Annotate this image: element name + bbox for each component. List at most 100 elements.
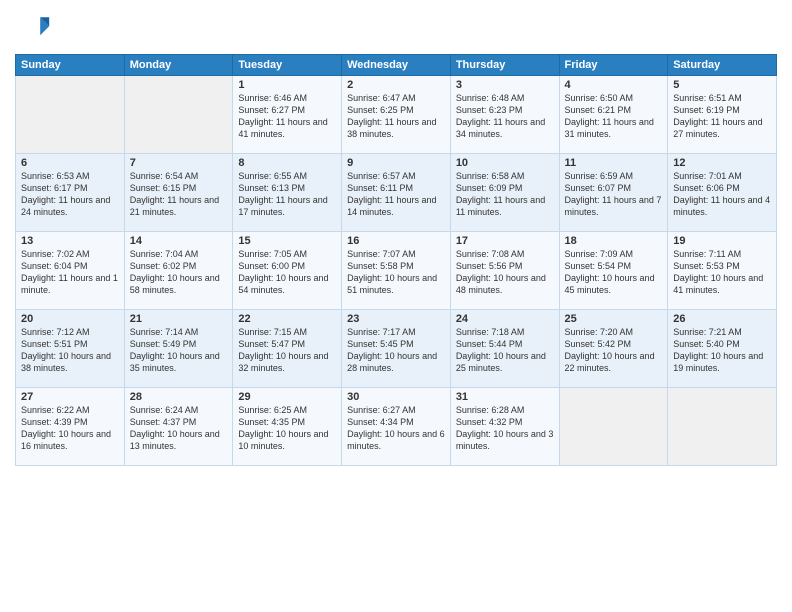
day-content: Sunrise: 7:02 AM Sunset: 6:04 PM Dayligh… bbox=[21, 248, 119, 297]
day-number: 25 bbox=[565, 313, 663, 325]
day-content: Sunrise: 6:25 AM Sunset: 4:35 PM Dayligh… bbox=[238, 404, 336, 453]
day-number: 16 bbox=[347, 235, 445, 247]
calendar-cell: 31Sunrise: 6:28 AM Sunset: 4:32 PM Dayli… bbox=[450, 388, 559, 466]
day-content: Sunrise: 7:21 AM Sunset: 5:40 PM Dayligh… bbox=[673, 326, 771, 375]
day-number: 13 bbox=[21, 235, 119, 247]
day-content: Sunrise: 6:48 AM Sunset: 6:23 PM Dayligh… bbox=[456, 92, 554, 141]
day-content: Sunrise: 7:15 AM Sunset: 5:47 PM Dayligh… bbox=[238, 326, 336, 375]
day-content: Sunrise: 7:09 AM Sunset: 5:54 PM Dayligh… bbox=[565, 248, 663, 297]
day-number: 26 bbox=[673, 313, 771, 325]
day-number: 22 bbox=[238, 313, 336, 325]
day-number: 31 bbox=[456, 391, 554, 403]
calendar-cell: 29Sunrise: 6:25 AM Sunset: 4:35 PM Dayli… bbox=[233, 388, 342, 466]
day-content: Sunrise: 6:59 AM Sunset: 6:07 PM Dayligh… bbox=[565, 170, 663, 219]
calendar-cell: 12Sunrise: 7:01 AM Sunset: 6:06 PM Dayli… bbox=[668, 154, 777, 232]
calendar-cell: 11Sunrise: 6:59 AM Sunset: 6:07 PM Dayli… bbox=[559, 154, 668, 232]
day-content: Sunrise: 6:47 AM Sunset: 6:25 PM Dayligh… bbox=[347, 92, 445, 141]
day-content: Sunrise: 7:04 AM Sunset: 6:02 PM Dayligh… bbox=[130, 248, 228, 297]
calendar-cell: 4Sunrise: 6:50 AM Sunset: 6:21 PM Daylig… bbox=[559, 76, 668, 154]
calendar-cell: 25Sunrise: 7:20 AM Sunset: 5:42 PM Dayli… bbox=[559, 310, 668, 388]
day-number: 10 bbox=[456, 157, 554, 169]
weekday-header-row: SundayMondayTuesdayWednesdayThursdayFrid… bbox=[16, 55, 777, 76]
day-number: 30 bbox=[347, 391, 445, 403]
calendar-cell: 21Sunrise: 7:14 AM Sunset: 5:49 PM Dayli… bbox=[124, 310, 233, 388]
calendar-week-1: 1Sunrise: 6:46 AM Sunset: 6:27 PM Daylig… bbox=[16, 76, 777, 154]
day-content: Sunrise: 7:14 AM Sunset: 5:49 PM Dayligh… bbox=[130, 326, 228, 375]
day-number: 24 bbox=[456, 313, 554, 325]
calendar-week-4: 20Sunrise: 7:12 AM Sunset: 5:51 PM Dayli… bbox=[16, 310, 777, 388]
calendar-cell: 26Sunrise: 7:21 AM Sunset: 5:40 PM Dayli… bbox=[668, 310, 777, 388]
day-number: 9 bbox=[347, 157, 445, 169]
calendar-cell: 27Sunrise: 6:22 AM Sunset: 4:39 PM Dayli… bbox=[16, 388, 125, 466]
calendar-cell: 28Sunrise: 6:24 AM Sunset: 4:37 PM Dayli… bbox=[124, 388, 233, 466]
day-number: 15 bbox=[238, 235, 336, 247]
day-content: Sunrise: 6:58 AM Sunset: 6:09 PM Dayligh… bbox=[456, 170, 554, 219]
day-content: Sunrise: 7:18 AM Sunset: 5:44 PM Dayligh… bbox=[456, 326, 554, 375]
day-content: Sunrise: 6:27 AM Sunset: 4:34 PM Dayligh… bbox=[347, 404, 445, 453]
calendar-cell: 18Sunrise: 7:09 AM Sunset: 5:54 PM Dayli… bbox=[559, 232, 668, 310]
day-number: 1 bbox=[238, 79, 336, 91]
day-number: 8 bbox=[238, 157, 336, 169]
day-content: Sunrise: 7:12 AM Sunset: 5:51 PM Dayligh… bbox=[21, 326, 119, 375]
day-content: Sunrise: 7:11 AM Sunset: 5:53 PM Dayligh… bbox=[673, 248, 771, 297]
header bbox=[15, 10, 777, 46]
weekday-header-thursday: Thursday bbox=[450, 55, 559, 76]
day-content: Sunrise: 6:46 AM Sunset: 6:27 PM Dayligh… bbox=[238, 92, 336, 141]
day-content: Sunrise: 7:20 AM Sunset: 5:42 PM Dayligh… bbox=[565, 326, 663, 375]
weekday-header-wednesday: Wednesday bbox=[342, 55, 451, 76]
calendar-cell bbox=[668, 388, 777, 466]
day-number: 2 bbox=[347, 79, 445, 91]
calendar-cell bbox=[124, 76, 233, 154]
day-content: Sunrise: 7:08 AM Sunset: 5:56 PM Dayligh… bbox=[456, 248, 554, 297]
day-content: Sunrise: 7:17 AM Sunset: 5:45 PM Dayligh… bbox=[347, 326, 445, 375]
calendar-cell: 30Sunrise: 6:27 AM Sunset: 4:34 PM Dayli… bbox=[342, 388, 451, 466]
day-number: 19 bbox=[673, 235, 771, 247]
calendar-cell: 16Sunrise: 7:07 AM Sunset: 5:58 PM Dayli… bbox=[342, 232, 451, 310]
day-number: 11 bbox=[565, 157, 663, 169]
weekday-header-tuesday: Tuesday bbox=[233, 55, 342, 76]
day-number: 12 bbox=[673, 157, 771, 169]
day-content: Sunrise: 6:53 AM Sunset: 6:17 PM Dayligh… bbox=[21, 170, 119, 219]
calendar-week-2: 6Sunrise: 6:53 AM Sunset: 6:17 PM Daylig… bbox=[16, 154, 777, 232]
day-content: Sunrise: 6:54 AM Sunset: 6:15 PM Dayligh… bbox=[130, 170, 228, 219]
day-number: 21 bbox=[130, 313, 228, 325]
logo-icon bbox=[15, 10, 51, 46]
day-content: Sunrise: 6:51 AM Sunset: 6:19 PM Dayligh… bbox=[673, 92, 771, 141]
calendar-table: SundayMondayTuesdayWednesdayThursdayFrid… bbox=[15, 54, 777, 466]
day-content: Sunrise: 7:01 AM Sunset: 6:06 PM Dayligh… bbox=[673, 170, 771, 219]
day-number: 5 bbox=[673, 79, 771, 91]
calendar-cell: 22Sunrise: 7:15 AM Sunset: 5:47 PM Dayli… bbox=[233, 310, 342, 388]
day-number: 28 bbox=[130, 391, 228, 403]
day-number: 20 bbox=[21, 313, 119, 325]
day-number: 4 bbox=[565, 79, 663, 91]
day-number: 18 bbox=[565, 235, 663, 247]
day-content: Sunrise: 7:05 AM Sunset: 6:00 PM Dayligh… bbox=[238, 248, 336, 297]
day-number: 3 bbox=[456, 79, 554, 91]
day-content: Sunrise: 6:28 AM Sunset: 4:32 PM Dayligh… bbox=[456, 404, 554, 453]
calendar-cell bbox=[559, 388, 668, 466]
day-number: 14 bbox=[130, 235, 228, 247]
calendar-week-3: 13Sunrise: 7:02 AM Sunset: 6:04 PM Dayli… bbox=[16, 232, 777, 310]
calendar-cell: 2Sunrise: 6:47 AM Sunset: 6:25 PM Daylig… bbox=[342, 76, 451, 154]
calendar-cell: 5Sunrise: 6:51 AM Sunset: 6:19 PM Daylig… bbox=[668, 76, 777, 154]
calendar-cell: 10Sunrise: 6:58 AM Sunset: 6:09 PM Dayli… bbox=[450, 154, 559, 232]
page: SundayMondayTuesdayWednesdayThursdayFrid… bbox=[0, 0, 792, 612]
calendar-cell: 17Sunrise: 7:08 AM Sunset: 5:56 PM Dayli… bbox=[450, 232, 559, 310]
calendar-cell: 15Sunrise: 7:05 AM Sunset: 6:00 PM Dayli… bbox=[233, 232, 342, 310]
calendar-cell: 23Sunrise: 7:17 AM Sunset: 5:45 PM Dayli… bbox=[342, 310, 451, 388]
weekday-header-sunday: Sunday bbox=[16, 55, 125, 76]
day-content: Sunrise: 7:07 AM Sunset: 5:58 PM Dayligh… bbox=[347, 248, 445, 297]
calendar-cell: 6Sunrise: 6:53 AM Sunset: 6:17 PM Daylig… bbox=[16, 154, 125, 232]
day-content: Sunrise: 6:24 AM Sunset: 4:37 PM Dayligh… bbox=[130, 404, 228, 453]
calendar-cell: 24Sunrise: 7:18 AM Sunset: 5:44 PM Dayli… bbox=[450, 310, 559, 388]
weekday-header-friday: Friday bbox=[559, 55, 668, 76]
calendar-cell: 3Sunrise: 6:48 AM Sunset: 6:23 PM Daylig… bbox=[450, 76, 559, 154]
calendar-cell: 19Sunrise: 7:11 AM Sunset: 5:53 PM Dayli… bbox=[668, 232, 777, 310]
calendar-cell: 20Sunrise: 7:12 AM Sunset: 5:51 PM Dayli… bbox=[16, 310, 125, 388]
weekday-header-monday: Monday bbox=[124, 55, 233, 76]
calendar-cell: 1Sunrise: 6:46 AM Sunset: 6:27 PM Daylig… bbox=[233, 76, 342, 154]
day-content: Sunrise: 6:57 AM Sunset: 6:11 PM Dayligh… bbox=[347, 170, 445, 219]
day-content: Sunrise: 6:50 AM Sunset: 6:21 PM Dayligh… bbox=[565, 92, 663, 141]
calendar-cell: 8Sunrise: 6:55 AM Sunset: 6:13 PM Daylig… bbox=[233, 154, 342, 232]
calendar-cell: 13Sunrise: 7:02 AM Sunset: 6:04 PM Dayli… bbox=[16, 232, 125, 310]
